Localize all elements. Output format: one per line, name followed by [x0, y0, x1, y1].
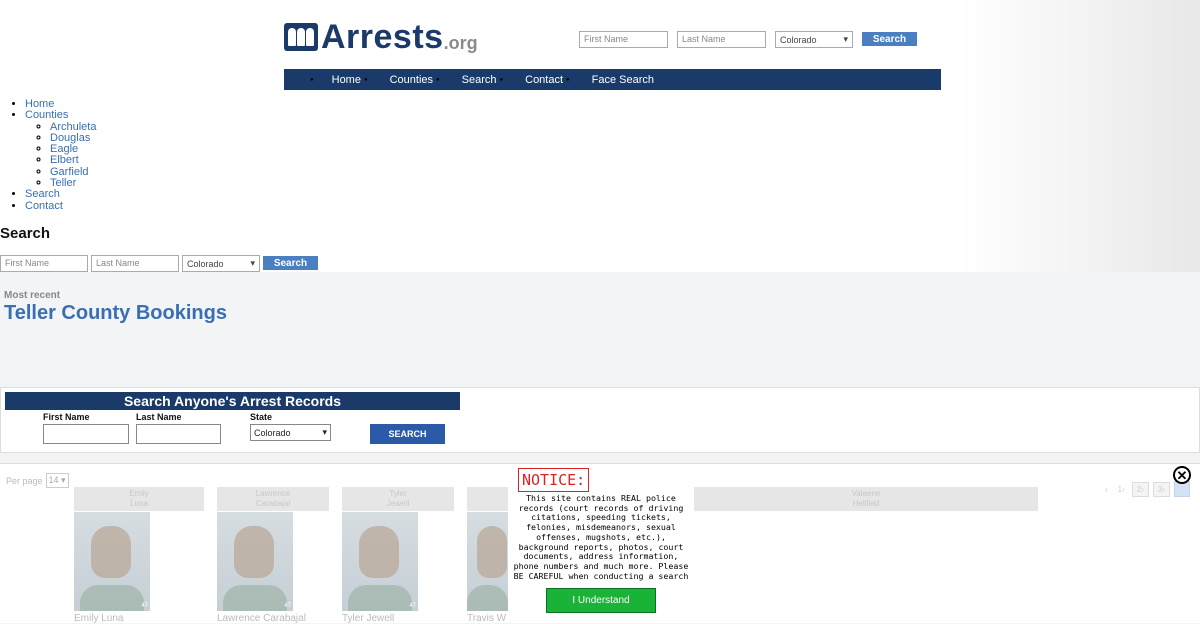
records-last-name-input[interactable]	[136, 424, 221, 444]
state-label: State	[250, 412, 273, 422]
notice-title: NOTICE:	[518, 468, 590, 492]
nav-contact-label: Contact	[525, 73, 564, 86]
watermark: 47	[409, 603, 416, 609]
nav-search[interactable]: Search ●	[462, 74, 523, 86]
search-last-name-input[interactable]: Last Name	[91, 255, 179, 272]
search-heading: Search	[0, 225, 51, 242]
logo-text: Arrests	[321, 18, 444, 56]
menu-county-douglas[interactable]: Douglas	[50, 132, 90, 144]
arrest-records-search-box: Search Anyone's Arrest Records First Nam…	[0, 387, 1200, 453]
pager-page-2[interactable]: 2›	[1131, 481, 1149, 497]
menu-county-eagle[interactable]: Eagle	[50, 143, 78, 155]
booking-name[interactable]: Lawrence Carabajal	[217, 613, 306, 624]
menu-county-teller[interactable]: Teller	[50, 177, 76, 189]
nav-bullet: ●	[566, 76, 570, 83]
header-search-button[interactable]: Search	[862, 32, 917, 46]
nav-search-label: Search	[461, 73, 497, 86]
booking-name[interactable]: Tyler Jewell	[342, 613, 394, 624]
menu-county-garfield[interactable]: Garfield	[50, 166, 89, 178]
mugshot-image[interactable]: 47	[217, 512, 293, 611]
nav-bullet: ●	[499, 76, 504, 83]
card-header: Lawrence Carabajal	[217, 487, 329, 511]
nav-face-search[interactable]: Face Search	[592, 74, 654, 86]
chevron-down-icon: ▾	[250, 258, 255, 268]
menu-home-link[interactable]: Home	[25, 98, 54, 110]
fallback-menu: Home Counties Archuleta Douglas Eagle El…	[0, 98, 96, 212]
most-recent-label: Most recent	[4, 290, 61, 301]
mugshot-image[interactable]: 47	[74, 512, 150, 611]
site-logo[interactable]: Arrests .org	[284, 20, 478, 54]
header-state-value: Colorado	[780, 34, 817, 45]
booking-name[interactable]: Emily Luna	[74, 613, 123, 624]
nav-home-label: Home	[331, 73, 361, 86]
booking-card[interactable]: Tyler Jewell 47 Tyler Jewell	[342, 487, 454, 624]
booking-card[interactable]: Emily Luna 47 Emily Luna	[74, 487, 204, 624]
per-page-control: Per page 14 ▾	[6, 473, 69, 488]
booking-card[interactable]: Lawrence Carabajal 47 Lawrence Carabajal	[217, 487, 329, 624]
last-name-label: Last Name	[136, 412, 182, 422]
chevron-down-icon: ▾	[322, 427, 327, 437]
logo-icon	[284, 23, 318, 51]
page-title: Teller County Bookings	[4, 302, 227, 324]
header-first-name-input[interactable]: First Name	[579, 31, 668, 48]
per-page-label: Per page	[6, 475, 43, 486]
search-state-value: Colorado	[187, 258, 224, 269]
nav-bullet: ●	[436, 76, 440, 83]
header-state-select[interactable]: Colorado ▾	[775, 31, 853, 48]
watermark: 47	[141, 603, 148, 609]
booking-card[interactable]: Travis W	[467, 487, 508, 624]
first-name-label: First Name	[43, 412, 90, 422]
booking-card[interactable]: Valeene Hellfeld	[694, 487, 1038, 511]
menu-county-elbert[interactable]: Elbert	[50, 154, 79, 166]
search-submit-button[interactable]: Search	[263, 256, 318, 270]
search-state-select[interactable]: Colorado ▾	[182, 255, 260, 272]
logo-suffix: .org	[443, 32, 478, 53]
nav-counties-label: Counties	[389, 73, 434, 86]
records-state-select[interactable]: Colorado ▾	[250, 424, 331, 441]
nav-face-search-label: Face Search	[591, 73, 655, 86]
header-last-name-input[interactable]: Last Name	[677, 31, 766, 48]
i-understand-button[interactable]: I Understand	[546, 588, 656, 613]
menu-county-archuleta[interactable]: Archuleta	[50, 121, 96, 133]
nav-home[interactable]: Home ●	[332, 74, 388, 86]
chevron-down-icon: ▾	[843, 34, 848, 44]
main-navbar: ● Home ● Counties ● Search ● Contact ● Face …	[284, 69, 941, 90]
records-first-name-input[interactable]	[43, 424, 129, 444]
per-page-value: 14	[48, 475, 59, 485]
records-search-button[interactable]: SEARCH	[370, 424, 445, 444]
pager-page-1[interactable]: 1›	[1115, 483, 1128, 496]
nav-bullet: ●	[363, 76, 368, 83]
notice-body: This site contains REAL police records (…	[513, 493, 689, 581]
card-header: Tyler Jewell	[342, 487, 454, 511]
card-header	[467, 487, 508, 511]
header-search-form: First Name Last Name Colorado ▾ Search	[579, 31, 917, 48]
close-icon[interactable]: ✕	[1173, 466, 1191, 484]
card-header: Emily Luna	[74, 487, 204, 511]
pager-page-3[interactable]: 3›	[1152, 481, 1170, 497]
mugshot-image[interactable]	[467, 512, 508, 611]
records-state-value: Colorado	[254, 427, 291, 438]
search-first-name-input[interactable]: First Name	[0, 255, 88, 272]
pager-prev[interactable]: ‹	[1102, 483, 1111, 496]
arrest-records-title: Search Anyone's Arrest Records	[5, 392, 460, 410]
per-page-select[interactable]: 14 ▾	[45, 473, 69, 488]
menu-contact-link[interactable]: Contact	[25, 200, 63, 212]
notice-popup: NOTICE: This site contains REAL police r…	[508, 466, 694, 620]
card-header: Valeene Hellfeld	[694, 487, 1038, 511]
nav-contact[interactable]: Contact ●	[525, 74, 590, 86]
menu-search-link[interactable]: Search	[25, 188, 60, 200]
mugshot-image[interactable]: 47	[342, 512, 418, 611]
secondary-search-form: First Name Last Name Colorado ▾ Search	[0, 255, 318, 272]
menu-counties-link[interactable]: Counties	[25, 109, 68, 121]
nav-counties[interactable]: Counties ●	[390, 74, 460, 86]
booking-name[interactable]: Travis W	[467, 613, 506, 624]
nav-bullet: ●	[310, 76, 314, 83]
pagination: ‹ 1› 2› 3›	[1102, 481, 1190, 497]
watermark: 47	[284, 603, 291, 609]
